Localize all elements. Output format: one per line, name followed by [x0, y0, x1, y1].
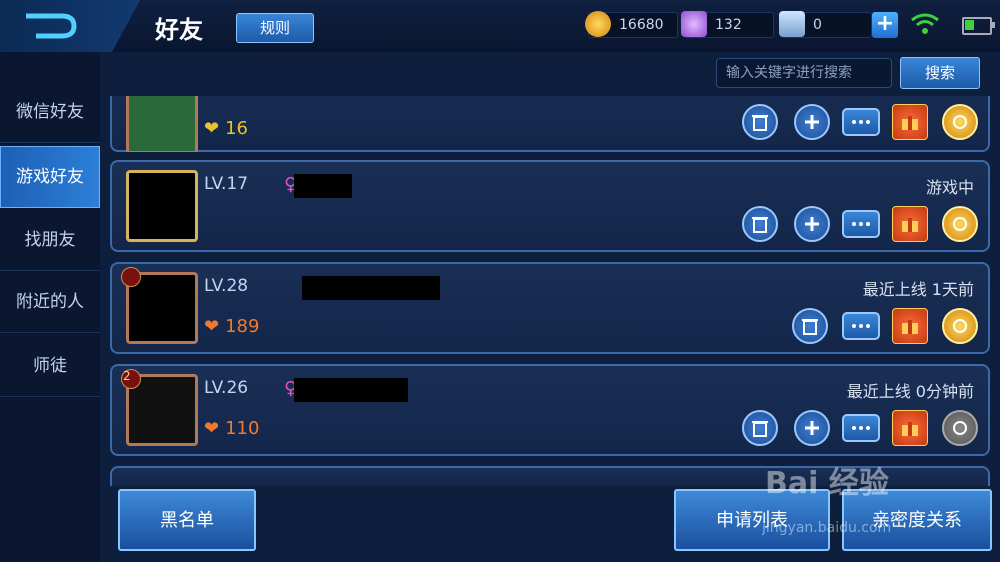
friend-status: 最近上线 1天前	[862, 280, 974, 299]
gift-icon	[902, 320, 918, 334]
heart-icon: ❤	[204, 118, 220, 139]
gift-button[interactable]	[892, 308, 928, 344]
add-icon	[805, 217, 819, 231]
gift-button[interactable]	[892, 104, 928, 140]
gold-value: 16680	[619, 17, 664, 33]
intimacy: ❤ 110	[204, 418, 260, 439]
voucher-icon	[779, 11, 805, 37]
search-button[interactable]: 搜索	[900, 57, 980, 89]
sidebar-item-game-friends[interactable]: 游戏好友	[0, 146, 100, 208]
rules-button[interactable]: 规则	[236, 13, 314, 43]
friend-status: 游戏中	[925, 178, 974, 197]
voucher-counter: 0	[779, 11, 872, 38]
back-icon	[26, 13, 77, 39]
chat-icon	[852, 222, 870, 226]
trash-icon	[802, 319, 818, 335]
diamond-value: 132	[715, 17, 742, 33]
send-gold-button	[942, 410, 978, 446]
gift-button[interactable]	[892, 206, 928, 242]
trash-icon	[752, 421, 768, 437]
sidebar-item-nearby[interactable]: 附近的人	[0, 272, 100, 333]
chat-button[interactable]	[842, 414, 880, 442]
friend-name	[302, 276, 440, 300]
gift-button[interactable]	[892, 410, 928, 446]
friend-name	[294, 378, 408, 402]
delete-friend-button[interactable]	[742, 104, 778, 140]
coin-icon	[953, 421, 967, 435]
search-input[interactable]: 输入关键字进行搜索	[716, 58, 892, 88]
avatar	[126, 170, 198, 242]
top-bar: 好友 规则 16680 132 0 +	[0, 0, 1000, 53]
gold-counter: 16680	[585, 11, 678, 38]
voucher-value: 0	[813, 17, 822, 33]
gift-icon	[902, 422, 918, 436]
trash-icon	[752, 217, 768, 233]
friend-name	[294, 174, 352, 198]
watermark-url: jingyan.baidu.com	[762, 520, 892, 536]
chat-icon	[852, 426, 870, 430]
avatar: 2	[121, 369, 198, 446]
gift-icon	[902, 218, 918, 232]
friend-card[interactable]: 2 LV.26 ♀ 最近上线 0分钟前 ❤ 110	[110, 364, 990, 456]
send-gold-button[interactable]	[942, 104, 978, 140]
coin-icon	[953, 217, 967, 231]
blacklist-button[interactable]: 黑名单	[118, 489, 256, 551]
recharge-button[interactable]: +	[872, 12, 898, 38]
invite-button[interactable]	[794, 206, 830, 242]
gift-icon	[902, 116, 918, 130]
add-icon	[805, 115, 819, 129]
heart-icon: ❤	[204, 316, 220, 337]
sidebar-item-find-friends[interactable]: 找朋友	[0, 210, 100, 271]
sidebar-item-wechat-friends[interactable]: 微信好友	[0, 82, 100, 143]
send-gold-button[interactable]	[942, 308, 978, 344]
rank-badge: 2	[123, 369, 131, 383]
chat-button[interactable]	[842, 210, 880, 238]
friend-level: LV.26	[204, 378, 249, 398]
coin-icon	[953, 115, 967, 129]
friend-level: LV.28	[204, 276, 249, 296]
avatar	[121, 267, 198, 344]
friend-level: LV.17	[204, 174, 249, 194]
coin-icon	[953, 319, 967, 333]
delete-friend-button[interactable]	[792, 308, 828, 344]
chat-button[interactable]	[842, 108, 880, 136]
diamond-icon	[681, 11, 707, 37]
friend-card[interactable]: LV.28 最近上线 1天前 ❤ 189	[110, 262, 990, 354]
chat-icon	[852, 324, 870, 328]
wifi-icon	[911, 13, 939, 34]
intimacy: ❤ 16	[204, 118, 248, 139]
send-gold-button[interactable]	[942, 206, 978, 242]
trash-icon	[752, 115, 768, 131]
chat-button[interactable]	[842, 312, 880, 340]
friend-card[interactable]: LV.17 ♀ 游戏中	[110, 160, 990, 252]
battery-icon	[962, 17, 995, 35]
sidebar: 微信好友 游戏好友 找朋友 附近的人 师徒	[0, 52, 100, 562]
intimacy: ❤ 189	[204, 316, 260, 337]
watermark-logo: Bai 经验	[765, 466, 889, 501]
diamond-counter: 132	[681, 11, 774, 38]
invite-button[interactable]	[794, 410, 830, 446]
add-icon	[805, 421, 819, 435]
page-title: 好友	[155, 16, 203, 44]
delete-friend-button[interactable]	[742, 206, 778, 242]
invite-button[interactable]	[794, 104, 830, 140]
friend-status: 最近上线 0分钟前	[846, 382, 974, 401]
sidebar-item-mentorship[interactable]: 师徒	[0, 336, 100, 397]
heart-icon: ❤	[204, 418, 220, 439]
back-button[interactable]	[0, 0, 140, 52]
delete-friend-button[interactable]	[742, 410, 778, 446]
chat-icon	[852, 120, 870, 124]
gold-coin-icon	[585, 11, 611, 37]
